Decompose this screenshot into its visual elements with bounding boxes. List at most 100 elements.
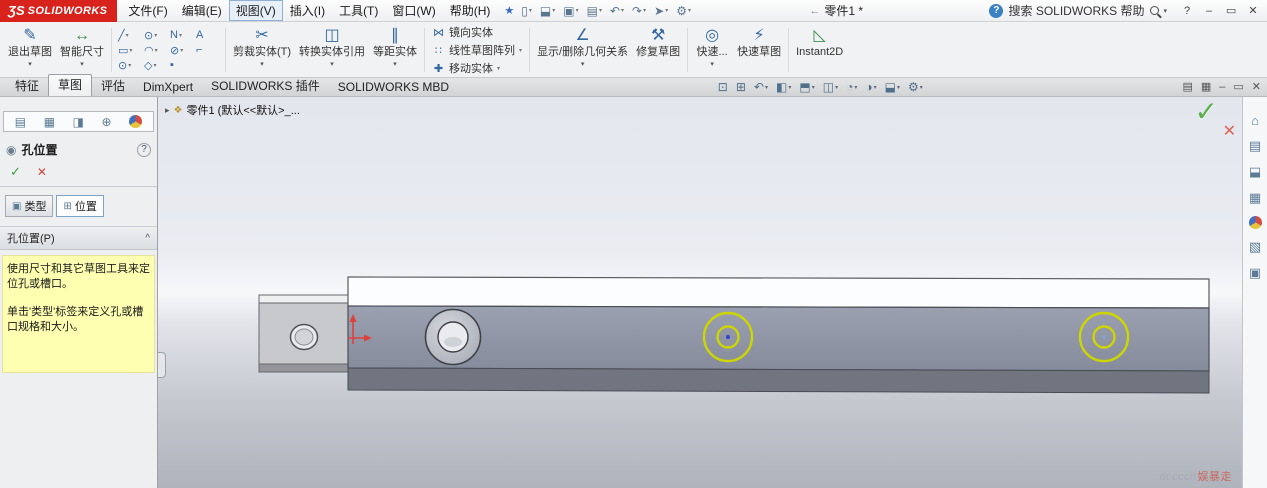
edit-appearance-button[interactable]: ◑ ▾ — [865, 80, 876, 94]
tab-type[interactable]: ▣ 类型 — [5, 195, 54, 217]
dropdown-icon[interactable]: ▾ — [581, 60, 585, 68]
view-palette-icon[interactable]: ▦ — [1249, 190, 1261, 206]
dropdown-icon[interactable]: ▾ — [330, 60, 334, 68]
dropdown-icon[interactable]: ▾ — [393, 60, 397, 68]
dropdown-icon[interactable]: ▾ — [920, 84, 923, 91]
file-explorer-icon[interactable]: ⬓ — [1249, 164, 1261, 180]
search-dropdown-icon[interactable]: ▾ — [1164, 7, 1168, 15]
dropdown-icon[interactable]: ▾ — [643, 7, 646, 14]
undo-button[interactable]: ↶ ▾ — [610, 4, 624, 18]
dropdown-icon[interactable]: ▾ — [497, 65, 500, 72]
dropdown-icon[interactable]: ▾ — [153, 62, 156, 69]
window-maximize-button[interactable]: ▭ — [1221, 2, 1241, 20]
configurationmanager-tab[interactable]: ◨ — [73, 115, 84, 129]
dropdown-icon[interactable]: ▾ — [854, 84, 857, 91]
display-delete-relations-button[interactable]: ∠ 显示/删除几何关系 ▾ — [533, 24, 632, 76]
panel-splitter-handle[interactable] — [158, 352, 166, 378]
dropdown-icon[interactable]: ▾ — [154, 32, 157, 39]
cancel-button[interactable]: ✕ — [37, 165, 47, 179]
repair-sketch-button[interactable]: ⚒ 修复草图 — [632, 24, 684, 76]
smart-dimension-button[interactable]: ↔ 智能尺寸 ▾ — [56, 24, 108, 76]
app-help-button[interactable]: ? — [1177, 2, 1197, 20]
offset-entities-button[interactable]: ∥ 等距实体 ▾ — [369, 24, 421, 76]
dropdown-icon[interactable]: ▾ — [179, 32, 182, 39]
menu-window[interactable]: 窗口(W) — [385, 0, 442, 21]
dropdown-icon[interactable]: ▾ — [688, 7, 691, 14]
move-entities-button[interactable]: ✚ 移动实体 ▾ — [432, 60, 522, 76]
arc-tool-button[interactable]: ◠ ▾ — [144, 44, 167, 57]
dropdown-icon[interactable]: ▾ — [576, 7, 579, 14]
view-orientation-button[interactable]: ⬒ ▾ — [799, 80, 814, 94]
display-style-button[interactable]: ◫ ▾ — [823, 80, 838, 94]
trim-entities-button[interactable]: ✂ 剪裁实体(T) ▾ — [229, 24, 295, 76]
dropdown-icon[interactable]: ▾ — [599, 7, 602, 14]
dropdown-icon[interactable]: ▾ — [552, 7, 555, 14]
menu-tools[interactable]: 工具(T) — [332, 0, 385, 21]
feature-tree-flyout[interactable]: ▸ ❖ 零件1 (默认<<默认>_... — [165, 102, 300, 118]
tab-features[interactable]: 特征 — [6, 75, 48, 96]
dropdown-icon[interactable]: ▾ — [621, 7, 624, 14]
open-document-button[interactable]: ⬓ ▾ — [540, 4, 555, 18]
dropdown-icon[interactable]: ▾ — [765, 84, 768, 91]
menu-help[interactable]: 帮助(H) — [443, 0, 498, 21]
dropdown-icon[interactable]: ▾ — [260, 60, 264, 68]
panel-help-icon[interactable]: ? — [137, 142, 151, 157]
dimxpertmanager-tab[interactable]: ⊕ — [102, 115, 112, 129]
tab-solidworks-addins[interactable]: SOLIDWORKS 插件 — [202, 75, 329, 96]
tab-solidworks-mbd[interactable]: SOLIDWORKS MBD — [329, 78, 458, 96]
pin-toolbar-icon[interactable]: ★ — [504, 4, 514, 17]
dropdown-icon[interactable]: ▾ — [80, 60, 84, 68]
search-input[interactable]: 搜索 SOLIDWORKS 帮助 — [1008, 2, 1144, 19]
tab-evaluate[interactable]: 评估 — [92, 75, 134, 96]
mirror-entities-button[interactable]: ⋈ 镜向实体 — [432, 24, 522, 40]
zoom-to-fit-button[interactable]: ⊡ — [718, 80, 728, 94]
tab-sketch[interactable]: 草图 — [48, 74, 93, 96]
confirm-ok-button[interactable]: ✓ — [1195, 97, 1218, 128]
hole-center-point[interactable] — [726, 335, 730, 339]
design-library-icon[interactable]: ▤ — [1249, 138, 1261, 154]
select-button[interactable]: ➤ ▾ — [654, 4, 668, 18]
hide-show-items-button[interactable]: ◔ ▾ — [846, 80, 857, 94]
slot-tool-button[interactable]: ⊙ ▾ — [118, 59, 141, 72]
ok-button[interactable]: ✓ — [10, 164, 21, 180]
tab-position[interactable]: ⊞ 位置 — [56, 195, 104, 217]
ellipse-tool-button[interactable]: ⊘ ▾ — [170, 44, 193, 57]
menu-edit[interactable]: 编辑(E) — [175, 0, 229, 21]
show-pane-button[interactable]: ▤ — [1182, 80, 1192, 93]
menu-file[interactable]: 文件(F) — [121, 0, 174, 21]
circle-tool-button[interactable]: ⊙ ▾ — [144, 29, 167, 42]
dropdown-icon[interactable]: ▾ — [710, 60, 714, 68]
rectangle-tool-button[interactable]: ▭ ▾ — [118, 44, 141, 57]
dropdown-icon[interactable]: ▾ — [812, 84, 815, 91]
resources-icon[interactable]: ⌂ — [1251, 113, 1259, 128]
save-button[interactable]: ▣ ▾ — [563, 4, 578, 18]
dropdown-icon[interactable]: ▾ — [155, 47, 158, 54]
window-close-button[interactable]: ✕ — [1243, 2, 1263, 20]
spline-tool-button[interactable]: N ▾ — [170, 29, 193, 42]
rapid-sketch-button[interactable]: ⚡ 快速草图 — [733, 24, 785, 76]
doc-restore-button[interactable]: ▭ — [1233, 80, 1243, 93]
quick-snaps-button[interactable]: ◎ 快速... ▾ — [691, 24, 733, 76]
tree-expand-icon[interactable]: ▸ — [165, 105, 170, 116]
section-view-button[interactable]: ◧ ▾ — [776, 80, 791, 94]
custom-properties-icon[interactable]: ▧ — [1249, 239, 1261, 255]
hole-center-point[interactable] — [1102, 335, 1106, 339]
graphics-area[interactable]: ▸ ❖ 零件1 (默认<<默认>_... ✓ ✕ dccccit娱暴走 — [158, 97, 1242, 488]
displaymanager-tab[interactable] — [129, 115, 143, 128]
featuremanager-tab[interactable]: ▤ — [15, 115, 26, 129]
confirm-cancel-button[interactable]: ✕ — [1223, 121, 1236, 141]
dropdown-icon[interactable]: ▾ — [126, 32, 129, 39]
dropdown-icon[interactable]: ▾ — [665, 7, 668, 14]
dropdown-icon[interactable]: ▾ — [897, 84, 900, 91]
appearances-icon[interactable] — [1248, 216, 1262, 229]
tree-item-label[interactable]: 零件1 (默认<<默认>_... — [187, 102, 300, 118]
new-document-button[interactable]: ▯ ▾ — [521, 4, 532, 18]
dropdown-icon[interactable]: ▾ — [788, 84, 791, 91]
hole-position-section-header[interactable]: 孔位置(P) ^ — [0, 226, 157, 250]
apply-scene-button[interactable]: ⬓ ▾ — [885, 80, 900, 94]
help-badge-icon[interactable]: ? — [989, 3, 1004, 18]
instant2d-button[interactable]: ◺ Instant2D — [792, 24, 847, 76]
dropdown-icon[interactable]: ▾ — [28, 60, 32, 68]
bar-top-face[interactable] — [347, 276, 1210, 309]
line-tool-button[interactable]: ╱ ▾ — [118, 29, 141, 42]
